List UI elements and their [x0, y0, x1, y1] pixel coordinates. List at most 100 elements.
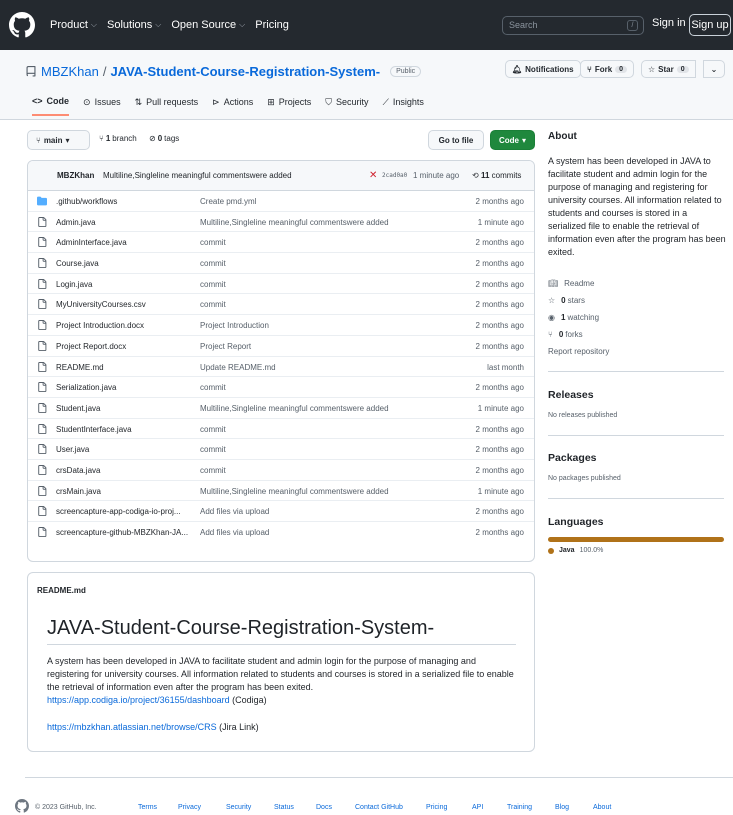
footer-link-contact-github[interactable]: Contact GitHub	[355, 804, 403, 811]
footer-link-api[interactable]: API	[472, 804, 483, 811]
tab-insights[interactable]: ⟋ Insights	[383, 96, 424, 116]
file-name-link[interactable]: Login.java	[56, 280, 196, 289]
file-name-link[interactable]: Serialization.java	[56, 383, 196, 392]
table-row[interactable]: AdminInterface.java commit 2 months ago	[28, 232, 534, 254]
repo-name-link[interactable]: JAVA-Student-Course-Registration-System-	[110, 64, 380, 79]
file-commit-message-link[interactable]: Multiline,Singleline meaningful comments…	[200, 218, 389, 227]
file-commit-message-link[interactable]: commit	[200, 259, 226, 268]
nav-product[interactable]: Product ⌵	[50, 19, 97, 31]
tab-actions[interactable]: ⊳ Actions	[212, 96, 253, 116]
releases-heading[interactable]: Releases	[548, 389, 594, 401]
file-name-link[interactable]: Project Introduction.docx	[56, 321, 196, 330]
tab-projects[interactable]: ⊞ Projects	[267, 96, 311, 116]
forks-link[interactable]: ⑂ 0 forks	[548, 330, 583, 339]
table-row[interactable]: crsMain.java Multiline,Singleline meaning…	[28, 481, 534, 502]
file-name-link[interactable]: .github/workflows	[56, 197, 196, 206]
file-commit-message-link[interactable]: commit	[200, 383, 226, 392]
footer-link-blog[interactable]: Blog	[555, 804, 569, 811]
file-name-link[interactable]: Course.java	[56, 259, 196, 268]
table-row[interactable]: .github/workflows Create pmd.yml 2 months …	[28, 191, 534, 212]
table-row[interactable]: screencapture-app-codiga-io-proj... Add f…	[28, 501, 534, 522]
code-dropdown-button[interactable]: Code ▾	[490, 130, 535, 150]
footer-link-about[interactable]: About	[593, 804, 611, 811]
file-commit-message-link[interactable]: Add files via upload	[200, 528, 269, 537]
star-dropdown-button[interactable]: ⌄	[703, 60, 725, 78]
table-row[interactable]: MyUniversityCourses.csv commit 2 months ag…	[28, 294, 534, 316]
tab-security[interactable]: ⛉ Security	[325, 96, 368, 116]
file-commit-message-link[interactable]: commit	[200, 300, 226, 309]
footer-link-privacy[interactable]: Privacy	[178, 804, 201, 811]
file-commit-message-link[interactable]: Project Report	[200, 342, 251, 351]
table-row[interactable]: Student.java Multiline,Singleline meaning…	[28, 398, 534, 419]
readme-header[interactable]: README.md	[37, 586, 86, 595]
search-input[interactable]: Search /	[502, 16, 644, 35]
file-commit-message-link[interactable]: commit	[200, 445, 226, 454]
file-name-link[interactable]: README.md	[56, 363, 196, 372]
file-name-link[interactable]: StudentInterface.java	[56, 425, 196, 434]
file-commit-message-link[interactable]: Project Introduction	[200, 321, 269, 330]
file-name-link[interactable]: User.java	[56, 445, 196, 454]
file-name-link[interactable]: Student.java	[56, 404, 196, 413]
language-item[interactable]: Java 100.0%	[548, 547, 603, 554]
table-row[interactable]: Project Report.docx Project Report 2 month…	[28, 336, 534, 357]
github-mark-icon[interactable]	[15, 799, 29, 813]
file-commit-message-link[interactable]: commit	[200, 238, 226, 247]
fork-button[interactable]: ⑂ Fork 0	[580, 60, 635, 78]
repo-owner-link[interactable]: MBZKhan	[41, 64, 99, 79]
file-commit-message-link[interactable]: commit	[200, 425, 226, 434]
file-commit-message-link[interactable]: Multiline,Singleline meaningful comments…	[200, 487, 389, 496]
nav-open-source[interactable]: Open Source ⌵	[171, 19, 245, 31]
sign-up-button[interactable]: Sign up	[689, 14, 731, 36]
go-to-file-button[interactable]: Go to file	[428, 130, 484, 150]
tab-issues[interactable]: ⊙ Issues	[83, 96, 121, 116]
failed-check-icon[interactable]: ✕	[369, 170, 377, 181]
file-name-link[interactable]: MyUniversityCourses.csv	[56, 300, 196, 309]
footer-link-status[interactable]: Status	[274, 804, 294, 811]
table-row[interactable]: crsData.java commit 2 months ago	[28, 460, 534, 481]
stars-link[interactable]: ☆ 0 stars	[548, 296, 585, 305]
watching-link[interactable]: ◉ 1 watching	[548, 313, 599, 322]
file-name-link[interactable]: Admin.java	[56, 218, 196, 227]
file-name-link[interactable]: AdminInterface.java	[56, 238, 196, 247]
github-logo-icon[interactable]	[9, 12, 35, 38]
footer-link-security[interactable]: Security	[226, 804, 251, 811]
star-button[interactable]: ☆ Star 0	[641, 60, 696, 78]
table-row[interactable]: Serialization.java commit 2 months ago	[28, 377, 534, 398]
table-row[interactable]: Course.java commit 2 months ago	[28, 253, 534, 274]
tab-pull-requests[interactable]: ⇅ Pull requests	[135, 96, 199, 116]
branch-select-button[interactable]: ⑂ main ▾	[27, 130, 90, 150]
table-row[interactable]: Admin.java Multiline,Singleline meaningfu…	[28, 212, 534, 233]
readme-sidebar-link[interactable]: 📖︎ Readme	[548, 279, 594, 288]
file-commit-message-link[interactable]: Add files via upload	[200, 507, 269, 516]
file-name-link[interactable]: screencapture-github-MBZKhan-JA...	[56, 528, 196, 537]
table-row[interactable]: Project Introduction.docx Project Introdu…	[28, 315, 534, 336]
codiga-link[interactable]: https://app.codiga.io/project/36155/dash…	[47, 695, 230, 705]
table-row[interactable]: Login.java commit 2 months ago	[28, 274, 534, 295]
nav-solutions[interactable]: Solutions ⌵	[107, 19, 161, 31]
file-name-link[interactable]: crsData.java	[56, 466, 196, 475]
file-commit-message-link[interactable]: commit	[200, 280, 226, 289]
tab-code[interactable]: <> Code	[32, 96, 70, 116]
branches-link[interactable]: ⑂ 1 branch	[99, 134, 137, 143]
table-row[interactable]: screencapture-github-MBZKhan-JA... Add fi…	[28, 522, 534, 543]
notifications-button[interactable]: 🔔︎ Notifications	[505, 60, 581, 78]
file-name-link[interactable]: crsMain.java	[56, 487, 196, 496]
table-row[interactable]: User.java commit 2 months ago	[28, 439, 534, 460]
file-commit-message-link[interactable]: Create pmd.yml	[200, 197, 256, 206]
footer-link-training[interactable]: Training	[507, 804, 532, 811]
file-name-link[interactable]: Project Report.docx	[56, 342, 196, 351]
file-commit-message-link[interactable]: Multiline,Singleline meaningful comments…	[200, 404, 389, 413]
tags-link[interactable]: ⊘ 0 tags	[149, 134, 179, 143]
footer-link-docs[interactable]: Docs	[316, 804, 332, 811]
table-row[interactable]: StudentInterface.java commit 2 months ago	[28, 419, 534, 440]
commit-author-link[interactable]: MBZKhan	[57, 171, 94, 180]
file-commit-message-link[interactable]: commit	[200, 466, 226, 475]
footer-link-pricing[interactable]: Pricing	[426, 804, 447, 811]
nav-pricing[interactable]: Pricing	[255, 19, 289, 31]
commits-link[interactable]: ⟲ 11 commits	[472, 171, 521, 180]
report-repository-link[interactable]: Report repository	[548, 347, 609, 356]
commit-message-link[interactable]: Multiline,Singleline meaningful comments…	[103, 171, 292, 180]
file-name-link[interactable]: screencapture-app-codiga-io-proj...	[56, 507, 196, 516]
commit-sha-link[interactable]: 2cad0a0	[382, 172, 407, 179]
table-row[interactable]: README.md Update README.md last month	[28, 357, 534, 378]
